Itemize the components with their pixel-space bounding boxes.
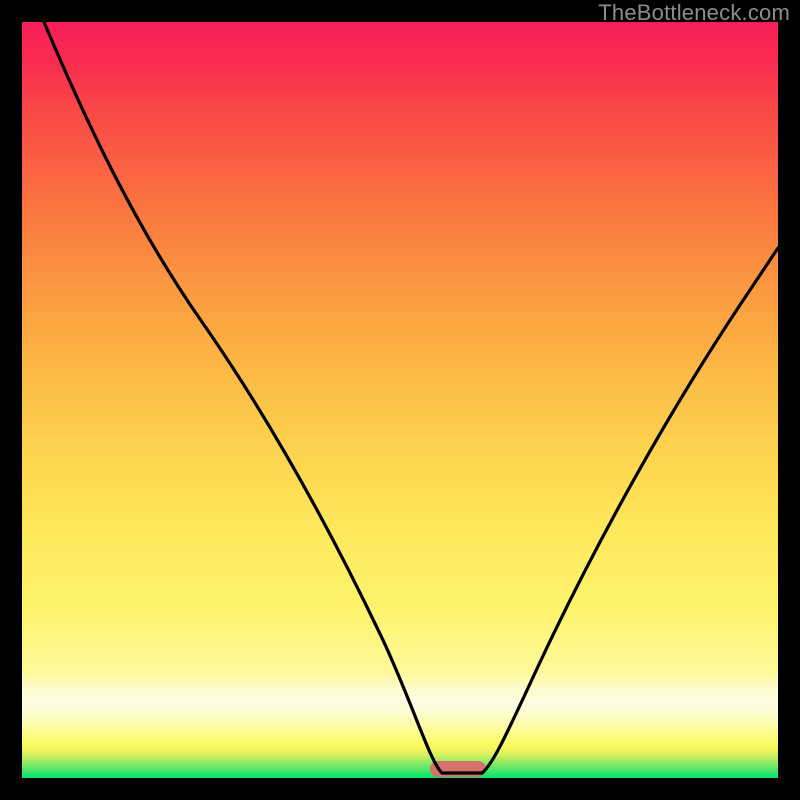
watermark-text: TheBottleneck.com [598,0,790,26]
curve-path [44,22,778,773]
chart-plot-area [22,22,778,778]
bottleneck-curve [22,22,778,778]
chart-frame: TheBottleneck.com [0,0,800,800]
